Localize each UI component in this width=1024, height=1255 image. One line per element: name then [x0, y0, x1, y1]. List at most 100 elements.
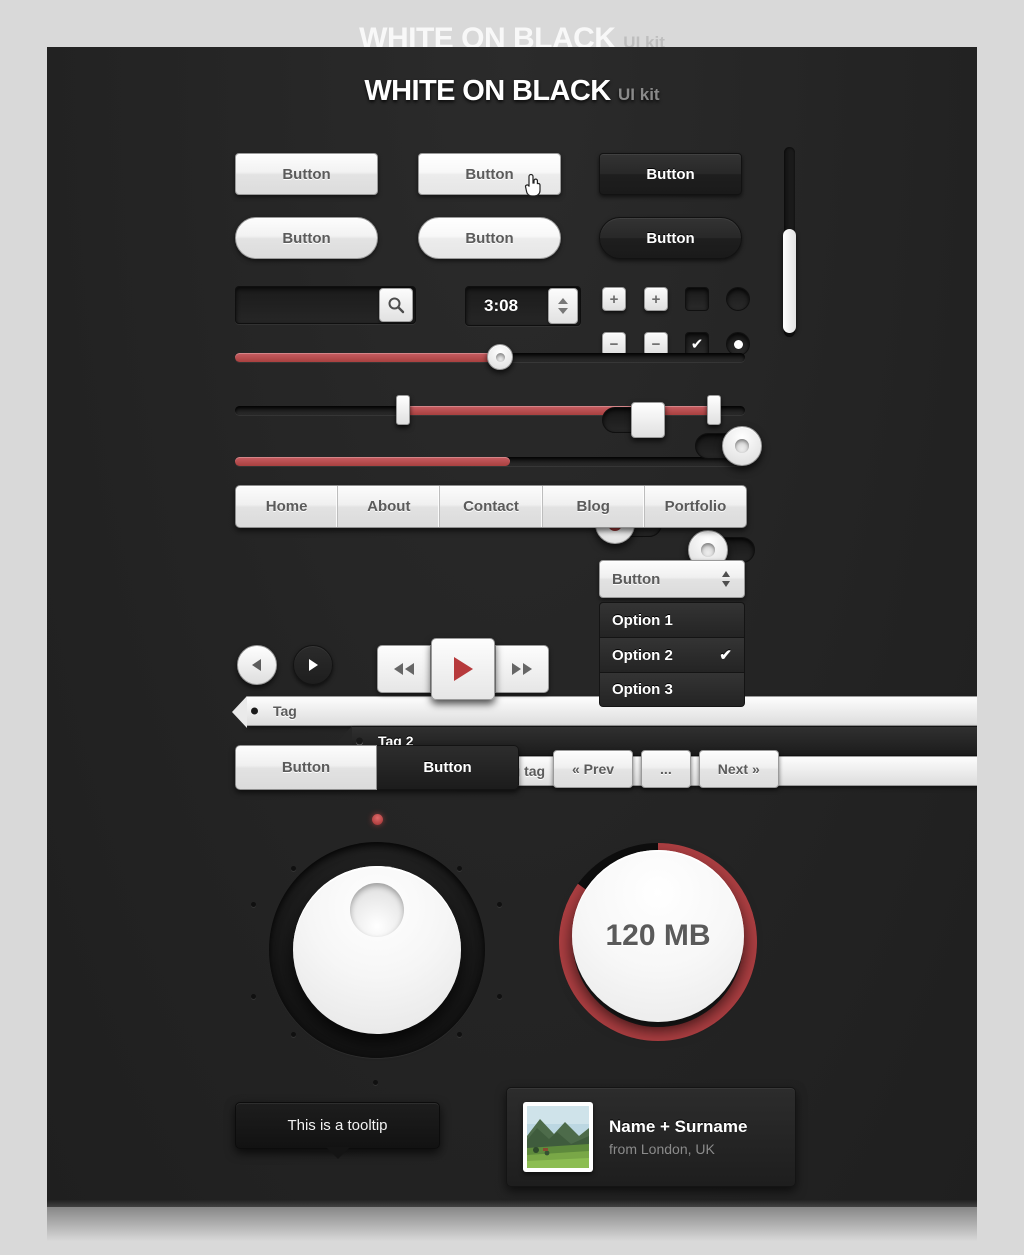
rotary-knob-cap[interactable]	[293, 866, 461, 1034]
slider-range-fill	[403, 406, 715, 415]
stepper-buttons[interactable]	[548, 288, 578, 324]
dial-tick-dot	[457, 866, 462, 871]
nav-item-blog[interactable]: Blog	[543, 486, 645, 527]
time-stepper-value: 3:08	[484, 296, 519, 315]
avatar	[523, 1102, 593, 1172]
tooltip-bubble: This is a tooltip	[235, 1102, 440, 1159]
button-hover[interactable]: Button	[418, 153, 561, 197]
circle-prev-button[interactable]	[237, 645, 277, 685]
toggle-round-hole-icon	[735, 439, 749, 453]
slider-range-knob-end[interactable]	[707, 395, 722, 425]
triangle-up-icon[interactable]	[558, 298, 568, 304]
rotary-knob-indicator-icon	[350, 883, 404, 937]
tag-1-hole-icon	[251, 707, 258, 715]
nav-item-home[interactable]: Home	[236, 486, 339, 527]
pagination-prev-button[interactable]: « Prev	[553, 750, 634, 788]
dropdown-header[interactable]: Button	[599, 560, 745, 598]
button-normal[interactable]: Button	[235, 153, 378, 195]
toggle-square[interactable]	[602, 402, 665, 438]
dial-tick-dot	[251, 902, 256, 907]
pagination-ellipsis-button[interactable]: ...	[641, 750, 691, 788]
search-input[interactable]	[235, 286, 416, 324]
landscape-photo-avatar	[527, 1106, 589, 1168]
toggle-square-knob[interactable]	[631, 402, 665, 438]
segment-inactive[interactable]: Button	[377, 745, 519, 790]
dial-tick-dot	[291, 1032, 296, 1037]
slider-range-track[interactable]	[235, 395, 745, 425]
user-card-name: Name + Surname	[609, 1117, 748, 1136]
pill-button-dark-label: Button	[646, 229, 695, 247]
tag-1-notch-icon	[232, 696, 247, 728]
dropdown-option-2[interactable]: Option 2 ✔	[599, 637, 745, 672]
tooltip-arrow-icon	[325, 1147, 350, 1159]
radio-unselected[interactable]	[726, 287, 750, 311]
scrollbar-track[interactable]	[783, 147, 796, 337]
radio-dot-icon	[733, 339, 743, 349]
pill-button-normal[interactable]: Button	[235, 217, 378, 259]
tooltip: This is a tooltip	[235, 1102, 440, 1159]
dial-tick-dot	[497, 994, 502, 999]
dropdown-option-1-label: Option 1	[612, 611, 673, 629]
dial-tick-dot	[457, 1032, 462, 1037]
pagination-next-button[interactable]: Next »	[698, 750, 779, 788]
minus-button-alt-label: −	[651, 335, 661, 353]
dial-tick-dot	[251, 994, 256, 999]
button-dark[interactable]: Button	[599, 153, 742, 195]
search-icon[interactable]	[379, 288, 413, 322]
slider-range-knob-start[interactable]	[396, 395, 411, 425]
dropdown[interactable]: Button Option 1 Option 2 ✔ Option 3	[599, 560, 745, 707]
gauge-face: 120 MB	[572, 850, 744, 1022]
circle-next-button[interactable]	[293, 645, 333, 685]
fast-forward-icon	[512, 663, 532, 675]
triangle-right-icon	[309, 659, 318, 671]
user-card-location: from London, UK	[609, 1141, 715, 1157]
toggle-round[interactable]	[695, 426, 762, 466]
pill-button-dark[interactable]: Button	[599, 217, 742, 259]
user-card[interactable]: Name + Surname from London, UK	[506, 1087, 796, 1187]
pill-button-hover-label: Button	[465, 229, 514, 247]
minus-button-label: −	[609, 335, 619, 353]
plus-button-alt[interactable]: +	[644, 287, 668, 311]
segmented-control[interactable]: Button Button	[235, 745, 519, 790]
dropdown-selected-label: Button	[612, 570, 661, 588]
progress-bar-fill	[235, 457, 511, 466]
time-stepper[interactable]: 3:08	[465, 286, 581, 326]
nav-item-contact[interactable]: Contact	[440, 486, 543, 527]
plus-button[interactable]: +	[602, 287, 626, 311]
slider-single-track[interactable]	[235, 344, 745, 370]
fast-forward-button[interactable]	[495, 645, 549, 693]
rewind-icon	[394, 663, 414, 675]
button-normal-label: Button	[282, 165, 331, 183]
rotary-knob[interactable]	[251, 814, 502, 1085]
gauge-value-label: 120 MB	[605, 919, 711, 952]
button-hover-label: Button	[465, 165, 514, 183]
segment-active[interactable]: Button	[235, 745, 377, 790]
chevron-updown-icon	[722, 571, 730, 587]
panel-bottom-fade	[47, 1200, 977, 1255]
pagination[interactable]: « Prev ... Next »	[553, 750, 779, 788]
toggle-round-knob[interactable]	[722, 426, 762, 466]
dial-tick-dot	[373, 1080, 378, 1085]
dial-tick-dot	[497, 902, 502, 907]
dial-tick-dot	[291, 866, 296, 871]
tooltip-text: This is a tooltip	[287, 1117, 388, 1134]
triangle-down-icon[interactable]	[558, 308, 568, 314]
pill-button-hover[interactable]: Button	[418, 217, 561, 259]
media-controls[interactable]	[377, 638, 549, 700]
check-icon: ✔	[690, 336, 704, 353]
scrollbar-thumb[interactable]	[783, 229, 796, 333]
slider-single-knob[interactable]	[487, 344, 514, 370]
dropdown-options[interactable]: Option 1 Option 2 ✔ Option 3	[599, 602, 745, 707]
dropdown-option-3[interactable]: Option 3	[599, 672, 745, 707]
nav-item-about[interactable]: About	[338, 486, 441, 527]
triangle-left-icon	[252, 659, 261, 671]
dropdown-option-1[interactable]: Option 1	[599, 602, 745, 637]
play-button[interactable]	[431, 638, 495, 700]
rewind-button[interactable]	[377, 645, 431, 693]
circular-gauge: 120 MB	[558, 842, 758, 1042]
checkbox-unchecked[interactable]	[685, 287, 709, 311]
nav-item-portfolio[interactable]: Portfolio	[645, 486, 746, 527]
plus-button-alt-label: +	[651, 290, 661, 308]
ui-kit-panel: WHITE ON BLACK UI kit Button Button Butt…	[47, 47, 977, 1207]
nav-bar[interactable]: Home About Contact Blog Portfolio	[235, 485, 747, 528]
